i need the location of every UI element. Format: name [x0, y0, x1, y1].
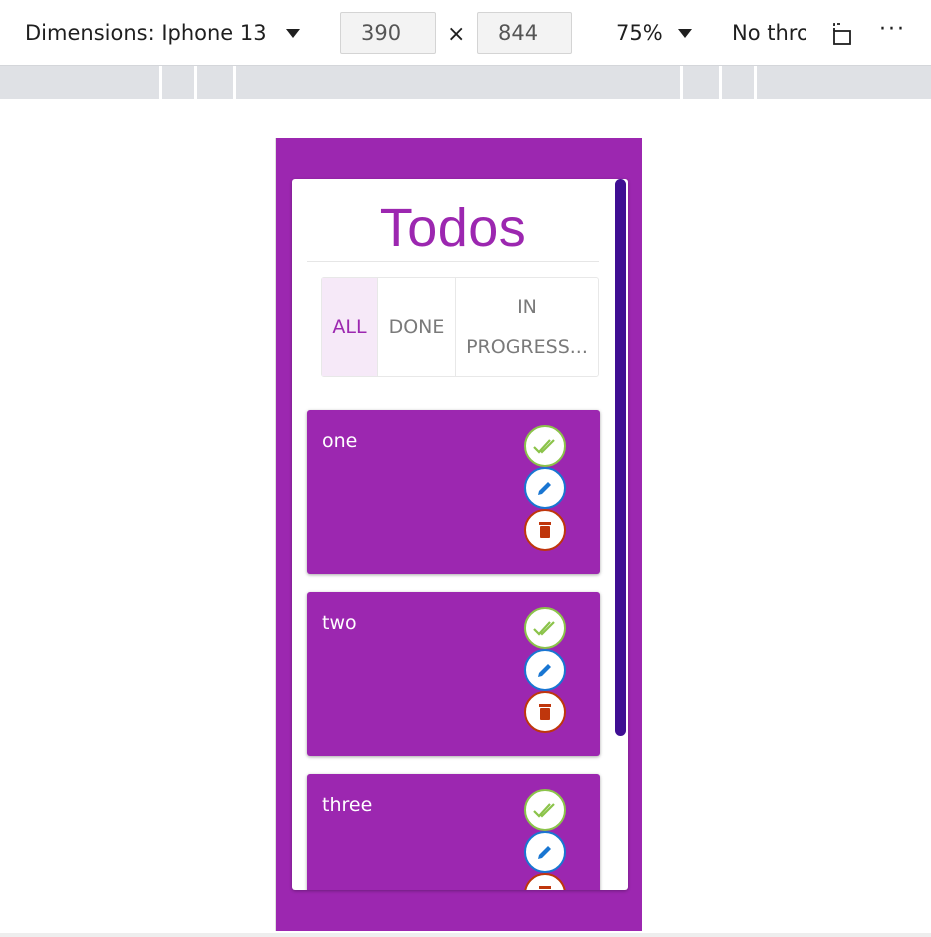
times-sign: ×	[447, 22, 466, 47]
edit-button[interactable]	[524, 467, 566, 509]
media-query-ruler	[0, 66, 931, 99]
title-divider	[307, 261, 599, 262]
todo-item: two	[307, 592, 600, 756]
trash-icon	[539, 704, 551, 720]
tab-all[interactable]: ALL	[322, 278, 378, 376]
throttle-dropdown[interactable]: No thro	[732, 21, 806, 45]
ruler-divider	[719, 66, 722, 99]
rotate-icon[interactable]	[832, 22, 852, 46]
tab-done[interactable]: DONE	[378, 278, 456, 376]
ruler-divider	[233, 66, 236, 99]
dimensions-caret-icon[interactable]	[286, 29, 300, 38]
todo-text: two	[322, 612, 357, 634]
edit-button[interactable]	[524, 649, 566, 691]
device-viewport: Todos ALL DONE IN PROGRESS... one two th…	[275, 138, 642, 931]
mark-done-button[interactable]	[524, 607, 566, 649]
delete-button[interactable]	[524, 691, 566, 733]
todo-text: three	[322, 794, 373, 816]
bottom-divider	[0, 933, 931, 937]
pencil-icon	[538, 664, 551, 677]
devtools-toolbar: Dimensions: Iphone 13 390 × 844 75% No t…	[0, 0, 931, 66]
delete-button[interactable]	[524, 509, 566, 551]
ruler-divider	[754, 66, 757, 99]
page-title: Todos	[379, 198, 527, 258]
double-check-icon	[533, 439, 555, 454]
dimensions-dropdown[interactable]: Dimensions: Iphone 13	[25, 21, 267, 45]
trash-icon	[539, 522, 551, 538]
todo-card: Todos ALL DONE IN PROGRESS... one two th…	[292, 179, 628, 890]
todo-item: three	[307, 774, 600, 890]
ruler-divider	[159, 66, 162, 99]
pencil-icon	[538, 846, 551, 859]
trash-icon	[539, 886, 551, 889]
more-options-icon[interactable]: ···	[879, 17, 906, 42]
double-check-icon	[533, 803, 555, 818]
mark-done-button[interactable]	[524, 425, 566, 467]
zoom-dropdown[interactable]: 75%	[616, 21, 663, 45]
ruler-divider	[194, 66, 197, 99]
todo-item: one	[307, 410, 600, 574]
mark-done-button[interactable]	[524, 789, 566, 831]
pencil-icon	[538, 482, 551, 495]
edit-button[interactable]	[524, 831, 566, 873]
delete-button[interactable]	[524, 873, 566, 890]
tab-in-progress[interactable]: IN PROGRESS...	[456, 278, 598, 376]
zoom-caret-icon[interactable]	[678, 29, 692, 38]
scrollbar-thumb[interactable]	[615, 179, 626, 736]
filter-tabs: ALL DONE IN PROGRESS...	[321, 277, 599, 377]
double-check-icon	[533, 621, 555, 636]
height-input[interactable]: 844	[477, 12, 572, 54]
width-input[interactable]: 390	[340, 12, 436, 54]
todo-text: one	[322, 430, 358, 452]
ruler-divider	[680, 66, 683, 99]
